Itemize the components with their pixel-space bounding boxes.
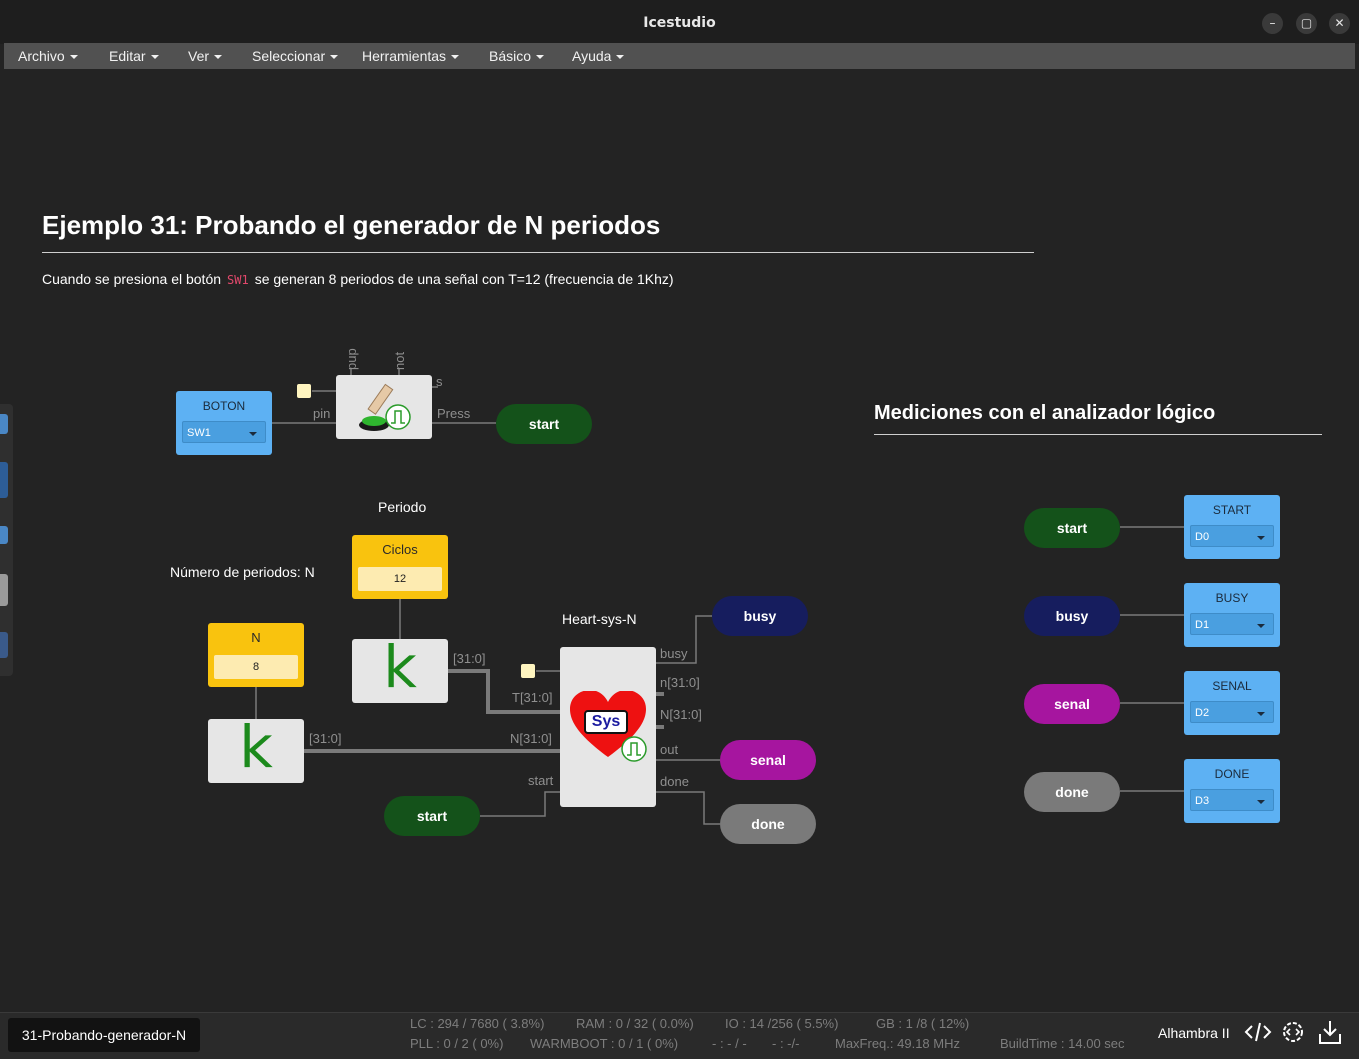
ciclos-k-block[interactable]: k [352,633,448,703]
build-settings-icon[interactable] [1279,1018,1307,1046]
wire [656,791,720,825]
ciclos-title: Ciclos [382,542,418,557]
port-label-pin: pin [313,406,331,421]
heart-block-label: Heart-sys-N [562,611,637,627]
clock-input-square[interactable] [521,664,535,678]
analyzer-done-output-block[interactable]: DONE D3 [1184,759,1280,823]
output-block-title: SENAL [1212,679,1252,693]
k-constant-icon: k [383,633,417,701]
stat-maxfreq: MaxFreq.: 49.18 MHz [835,1036,960,1051]
senal-tag-output[interactable]: senal [720,740,816,780]
analyzer-senal-tag[interactable]: senal [1024,684,1120,724]
port-label-not: not [392,351,407,370]
dropdown-arrow-icon [1257,800,1265,804]
analyzer-senal-output-block[interactable]: SENAL D2 [1184,671,1280,735]
stat-unknown-2: - : -/- [772,1036,800,1051]
stat-ram: RAM : 0 / 32 ( 0.0%) [576,1016,694,1031]
periodo-label: Periodo [378,499,427,515]
bus-label-n: [31:0] [309,731,342,746]
button-block[interactable] [336,375,432,439]
port-label-pup: pup [344,348,359,370]
n-periods-label: Número de periodos: N [170,564,315,580]
analyzer-pin-select[interactable]: D1 [1190,613,1274,635]
heart-sys-n-block[interactable]: Sys [560,647,656,807]
analyzer-pin-select[interactable]: D3 [1190,789,1274,811]
boton-input-block[interactable]: BOTON SW1 [176,391,272,455]
dropdown-arrow-icon [1257,712,1265,716]
stat-unknown-1: - : - / - [712,1036,747,1051]
bus-label-ciclos: [31:0] [453,651,486,666]
port-label-t-in: T[31:0] [512,690,553,705]
clock-input-square[interactable] [297,384,311,398]
stat-buildtime: BuildTime : 14.00 sec [1000,1036,1125,1051]
analyzer-pin-select[interactable]: D0 [1190,525,1274,547]
port-label-done: done [660,774,689,789]
analyzer-start-tag[interactable]: start [1024,508,1120,548]
n-k-block[interactable]: k [208,713,304,783]
pushbutton-icon [359,383,411,431]
stat-io: IO : 14 /256 ( 5.5%) [725,1016,839,1031]
n-constant-block[interactable]: N 8 [208,623,304,687]
busy-tag-output[interactable]: busy [712,596,808,636]
board-selector[interactable]: Alhambra II [1158,1025,1230,1041]
n-value-field[interactable]: 8 [214,655,298,679]
port-label-s: s [436,374,443,389]
analyzer-done-tag[interactable]: done [1024,772,1120,812]
dropdown-arrow-icon [1257,624,1265,628]
port-label-start-in: start [528,773,554,788]
k-constant-icon: k [239,713,273,781]
boton-block-title: BOTON [202,399,246,413]
stat-gb: GB : 1 /8 ( 12%) [876,1016,970,1031]
done-tag-output[interactable]: done [720,804,816,844]
analyzer-pin-select[interactable]: D2 [1190,701,1274,723]
file-tab[interactable]: 31-Probando-generador-N [8,1018,200,1052]
stat-lc: LC : 294 / 7680 ( 3.8%) [410,1016,545,1031]
start-tag-output[interactable]: start [496,404,592,444]
sys-badge: Sys [584,710,628,734]
wires-layer [255,368,1184,825]
output-block-title: START [1212,503,1252,517]
start-tag-input[interactable]: start [384,796,480,836]
wire [480,791,560,817]
port-label-press: Press [437,406,471,421]
analyzer-busy-tag[interactable]: busy [1024,596,1120,636]
port-label-n-out-upper: N[31:0] [660,707,702,722]
stat-warmboot: WARMBOOT : 0 / 1 ( 0%) [530,1036,679,1051]
analyzer-busy-output-block[interactable]: BUSY D1 [1184,583,1280,647]
ciclos-constant-block[interactable]: Ciclos 12 [352,535,448,599]
boton-pin-select[interactable]: SW1 [182,421,266,443]
upload-download-icon[interactable] [1316,1018,1344,1046]
port-label-n-out-lower: n[31:0] [660,675,700,690]
port-label-busy: busy [660,646,688,661]
output-block-title: BUSY [1215,591,1249,605]
stat-pll: PLL : 0 / 2 ( 0%) [410,1036,504,1051]
output-block-title: DONE [1214,767,1250,781]
analyzer-start-output-block[interactable]: START D0 [1184,495,1280,559]
ciclos-value-field[interactable]: 12 [358,567,442,591]
dropdown-arrow-icon [249,432,257,436]
dropdown-arrow-icon [1257,536,1265,540]
port-label-out: out [660,742,679,757]
code-icon[interactable] [1244,1018,1272,1046]
n-title: N [251,630,261,645]
port-label-n-in: N[31:0] [510,731,552,746]
